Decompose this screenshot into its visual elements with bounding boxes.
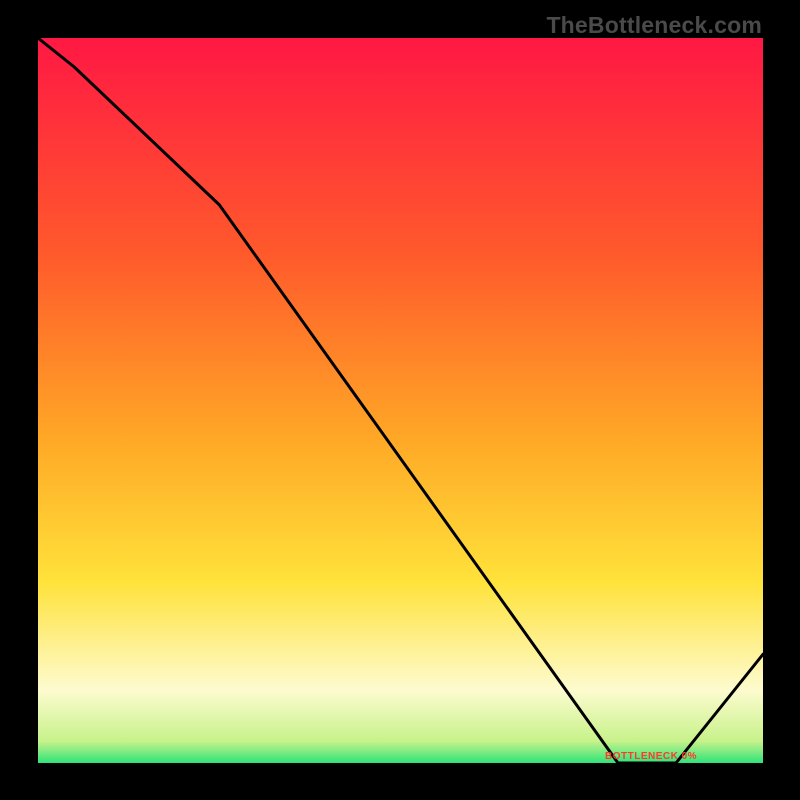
bottleneck-label: BOTTLENECK 0% — [605, 751, 697, 762]
chart-line — [38, 38, 763, 763]
watermark-text: TheBottleneck.com — [546, 12, 762, 39]
chart-frame: BOTTLENECK 0% — [38, 38, 763, 763]
